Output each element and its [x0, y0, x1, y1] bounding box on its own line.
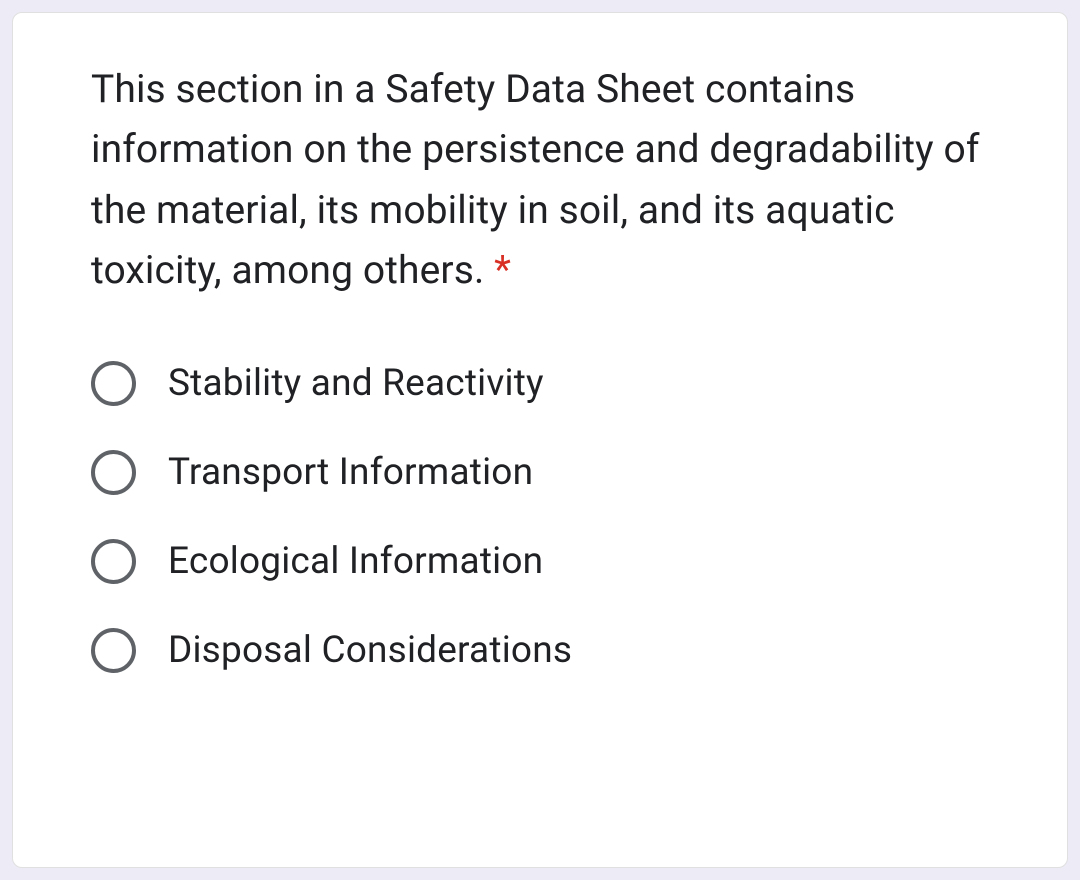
required-asterisk: * [494, 247, 511, 293]
options-group: Stability and Reactivity Transport Infor… [91, 361, 989, 673]
option-label: Disposal Considerations [168, 629, 572, 672]
question-prompt: This section in a Safety Data Sheet cont… [91, 66, 979, 293]
question-text: This section in a Safety Data Sheet cont… [91, 59, 989, 301]
option-ecological-information[interactable]: Ecological Information [91, 539, 989, 584]
radio-unchecked-icon [91, 450, 136, 495]
radio-unchecked-icon [91, 628, 136, 673]
option-label: Transport Information [168, 451, 533, 494]
option-transport-information[interactable]: Transport Information [91, 450, 989, 495]
option-label: Ecological Information [168, 540, 543, 583]
option-stability-reactivity[interactable]: Stability and Reactivity [91, 361, 989, 406]
option-label: Stability and Reactivity [168, 362, 544, 405]
radio-unchecked-icon [91, 539, 136, 584]
question-card: This section in a Safety Data Sheet cont… [12, 12, 1068, 868]
radio-unchecked-icon [91, 361, 136, 406]
option-disposal-considerations[interactable]: Disposal Considerations [91, 628, 989, 673]
